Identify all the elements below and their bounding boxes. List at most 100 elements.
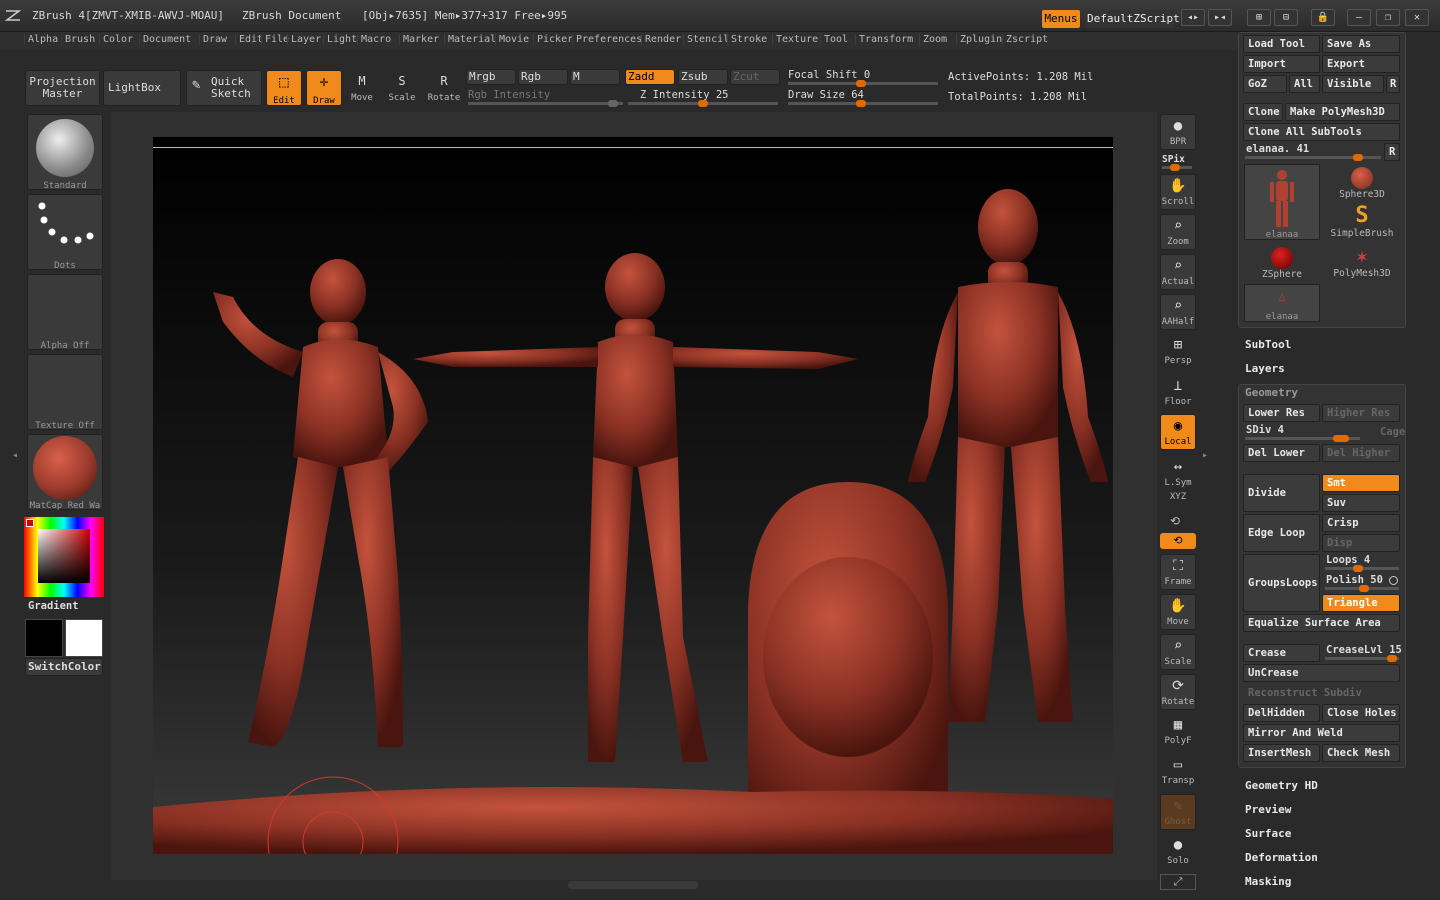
polyf-button[interactable]: ▦ PolyF [1160,714,1196,750]
preview-section[interactable]: Preview [1245,803,1291,816]
mrgb-button[interactable]: Mrgb [466,69,516,85]
bottom-tray-handle[interactable] [568,881,698,889]
menus-button[interactable]: Menus [1042,10,1080,28]
floor-button[interactable]: ⊥ Floor [1160,375,1196,411]
load-tool-button[interactable]: Load Tool [1243,35,1320,53]
reconstruct-subdiv-button[interactable]: Reconstruct Subdiv [1243,684,1400,702]
menu-color[interactable]: Color [99,34,136,45]
menu-zoom[interactable]: Zoom [919,34,950,45]
lower-res-button[interactable]: Lower Res [1243,404,1320,422]
delhidden-button[interactable]: DelHidden [1243,704,1320,722]
uncrease-button[interactable]: UnCrease [1243,664,1400,682]
edge-loop-button[interactable]: Edge Loop [1243,514,1320,552]
texture-selector[interactable]: Texture Off [27,354,103,431]
check-mesh-button[interactable]: Check Mesh [1322,744,1400,762]
menu-transform[interactable]: Transform [855,34,916,45]
save-as-button[interactable]: Save As [1322,35,1400,53]
menu-picker[interactable]: Picker [533,34,576,45]
default-zscript-button[interactable]: DefaultZScript [1085,10,1180,28]
move-button[interactable]: M Move [344,70,380,106]
toggle-right-icon[interactable]: ▸◂ [1208,9,1232,26]
lsym-button[interactable]: ↔ L.Sym [1160,456,1196,492]
creaselvl-track[interactable] [1325,655,1399,662]
layout2-icon[interactable]: ⊟ [1274,9,1298,26]
zsub-button[interactable]: Zsub [678,69,728,85]
transp-button[interactable]: ▭ Transp [1160,754,1196,790]
rgb-intensity-track[interactable] [468,100,623,107]
zoom-button[interactable]: ⌕ Zoom [1160,214,1196,250]
menu-stroke[interactable]: Stroke [727,34,770,45]
geometry-hd-section[interactable]: Geometry HD [1245,779,1318,792]
menu-layer[interactable]: Layer [287,34,324,45]
rgb-button[interactable]: Rgb [518,69,568,85]
right-tray-arrow-icon[interactable]: ▸ [1202,450,1210,466]
edit-button[interactable]: ⬚ Edit [266,70,302,106]
gradient-toggle[interactable]: Gradient [28,600,79,612]
triangle-toggle[interactable]: Triangle [1322,594,1400,612]
menu-stencil[interactable]: Stencil [683,34,732,45]
tool-simplebrush[interactable]: S SimpleBrush [1324,204,1400,242]
crease-button[interactable]: Crease [1243,644,1320,662]
import-button[interactable]: Import [1243,55,1320,73]
del-higher-button[interactable]: Del Higher [1322,444,1400,462]
zadd-button[interactable]: Zadd [625,69,675,85]
menu-draw[interactable]: Draw [199,34,230,45]
equalize-surface-area-button[interactable]: Equalize Surface Area [1243,614,1400,632]
geometry-section[interactable]: Geometry [1245,386,1298,399]
menu-preferences[interactable]: Preferences [572,34,645,45]
scale-button[interactable]: S Scale [384,70,420,106]
masking-section[interactable]: Masking [1245,875,1291,888]
tool-thumb-elanaa-small[interactable]: ♙ elanaa [1244,284,1320,322]
z-intensity-slider[interactable]: Z Intensity 25 [640,89,729,101]
groupsloops-button[interactable]: GroupsLoops [1243,554,1320,612]
goz-button[interactable]: GoZ [1243,75,1287,93]
divide-button[interactable]: Divide [1243,474,1320,512]
brush-selector[interactable]: Standard [27,114,103,191]
tool-polymesh3d[interactable]: ✶ PolyMesh3D [1324,244,1400,282]
persp-button[interactable]: ⊞ Persp [1160,334,1196,370]
surface-section[interactable]: Surface [1245,827,1291,840]
r-button[interactable]: R [1386,75,1400,93]
zcut-button[interactable]: Zcut [730,69,780,85]
spix-track[interactable] [1162,164,1192,171]
menu-document[interactable]: Document [139,34,194,45]
mirror-and-weld-button[interactable]: Mirror And Weld [1243,724,1400,742]
polish-track[interactable] [1325,585,1399,592]
clone-button[interactable]: Clone [1243,103,1283,121]
draw-button[interactable]: ✛ Draw [306,70,342,106]
menu-macro[interactable]: Macro [357,34,394,45]
menu-tool[interactable]: Tool [820,34,851,45]
menu-light[interactable]: Light [323,34,360,45]
local-button[interactable]: ◉ Local [1160,414,1196,450]
del-lower-button[interactable]: Del Lower [1243,444,1320,462]
close-holes-button[interactable]: Close Holes [1322,704,1400,722]
restore-icon[interactable]: ❐ [1376,9,1400,26]
visible-button[interactable]: Visible [1322,75,1384,93]
clone-all-subtools-button[interactable]: Clone All SubTools [1243,123,1400,141]
menu-movie[interactable]: Movie [495,34,532,45]
crisp-toggle[interactable]: Crisp [1322,514,1400,532]
minimize-icon[interactable]: – [1347,9,1371,26]
insertmesh-button[interactable]: InsertMesh [1243,744,1320,762]
toggle-left-icon[interactable]: ◂▸ [1181,9,1205,26]
loops-track[interactable] [1325,565,1399,572]
secondary-color-swatch[interactable] [65,619,103,657]
m-button[interactable]: M [570,69,620,85]
sdiv-track[interactable] [1245,435,1360,442]
z-intensity-track[interactable] [628,100,778,107]
document-canvas[interactable] [153,137,1113,854]
xyz-button[interactable]: XYZ [1160,492,1196,510]
quick-sketch-button[interactable]: ✎ Quick Sketch [186,70,262,106]
scale-view-button[interactable]: ⌕ Scale [1160,634,1196,670]
layout-icon[interactable]: ⊞ [1247,9,1271,26]
menu-zplugin[interactable]: Zplugin [956,34,1005,45]
projection-master-button[interactable]: Projection Master [25,70,100,106]
color-square[interactable] [38,529,90,583]
current-tool-slider[interactable]: elanaa. 41 [1246,143,1309,155]
disp-toggle[interactable]: Disp [1322,534,1400,552]
smt-toggle[interactable]: Smt [1322,474,1400,492]
stroke-selector[interactable]: Dots [27,194,103,271]
main-color-swatch[interactable] [25,619,63,657]
lock-icon[interactable]: 🔒 [1311,9,1335,26]
all-button[interactable]: All [1289,75,1320,93]
